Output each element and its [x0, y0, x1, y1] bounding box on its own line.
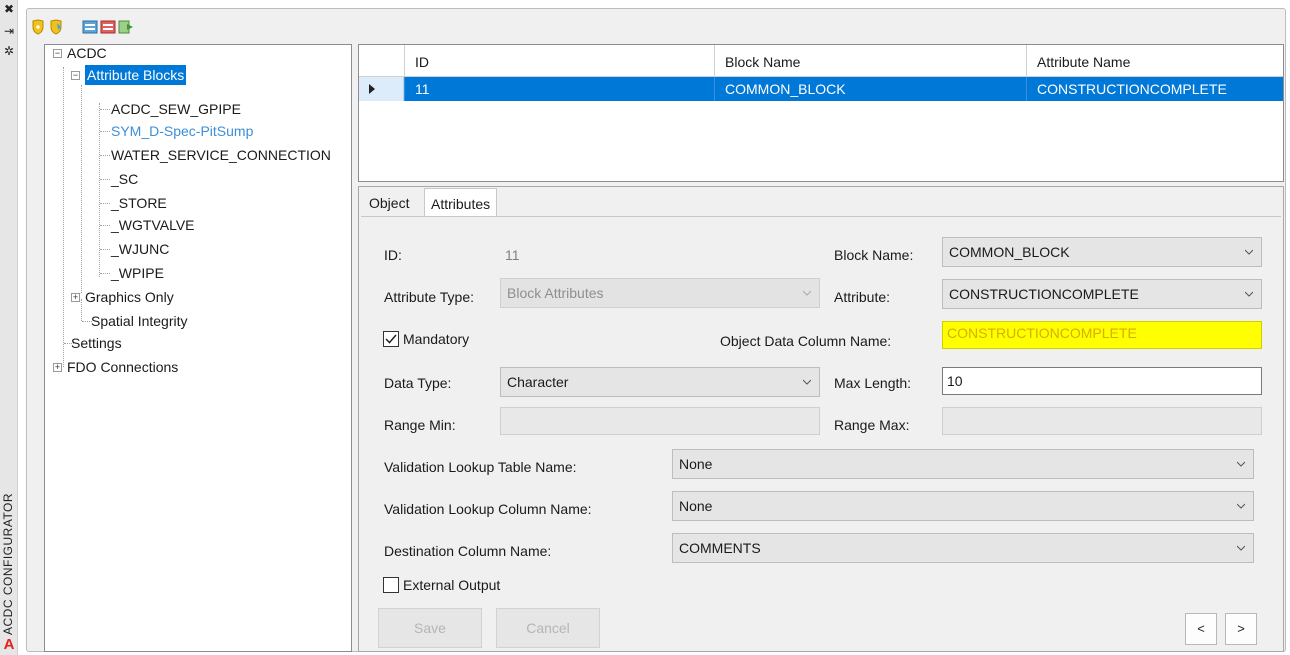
attribute-select[interactable]: CONSTRUCTIONCOMPLETE [942, 279, 1262, 309]
row-selector[interactable] [359, 77, 404, 101]
attribute-type-label: Attribute Type: [384, 289, 475, 305]
external-output-label: External Output [403, 577, 501, 593]
refresh-icon[interactable] [118, 19, 134, 35]
lookup-table-select[interactable]: None [672, 449, 1254, 479]
dest-column-label: Destination Column Name: [384, 543, 552, 559]
attribute-type-select-value: Block Attributes [507, 285, 604, 301]
tree-item-block[interactable]: _SC [111, 169, 138, 189]
shield-add-icon[interactable] [30, 19, 46, 35]
dest-column-select[interactable]: COMMENTS [672, 533, 1254, 563]
tree-item-block[interactable]: ACDC_SEW_GPIPE [111, 99, 241, 119]
lookup-table-label: Validation Lookup Table Name: [384, 459, 577, 475]
lookup-column-select-value: None [679, 498, 713, 514]
export-icon[interactable] [100, 19, 116, 35]
attribute-select-value: CONSTRUCTIONCOMPLETE [949, 286, 1139, 302]
block-name-select-value: COMMON_BLOCK [949, 244, 1070, 260]
autohide-icon[interactable]: ⇥ [2, 24, 16, 38]
collapse-icon[interactable]: − [53, 49, 62, 58]
data-type-label: Data Type: [384, 375, 452, 391]
tree-item-settings[interactable]: Settings [71, 333, 122, 353]
tree-item-spatial-integrity[interactable]: Spatial Integrity [91, 311, 188, 331]
id-value: 11 [505, 247, 520, 263]
attribute-type-select[interactable]: Block Attributes [500, 278, 820, 308]
collapse-icon[interactable]: − [71, 71, 80, 80]
mandatory-label: Mandatory [403, 331, 470, 347]
dest-column-select-value: COMMENTS [679, 540, 761, 556]
od-column-label: Object Data Column Name: [720, 333, 892, 349]
properties-icon[interactable]: ✲ [2, 44, 16, 58]
max-length-label: Max Length: [834, 375, 912, 391]
data-type-select-value: Character [507, 374, 569, 390]
tab-object[interactable]: Object [363, 188, 415, 218]
chevron-down-icon [1237, 545, 1245, 551]
chevron-down-icon [1237, 503, 1245, 509]
chevron-down-icon [803, 379, 811, 385]
external-output-checkbox[interactable] [383, 577, 399, 593]
range-min-field[interactable] [500, 407, 820, 435]
config-tree[interactable]: − ACDC − Attribute Blocks ACDC_SEW_GPIPE… [44, 44, 352, 652]
tree-item-block[interactable]: _WJUNC [111, 239, 169, 259]
import-icon[interactable] [82, 19, 98, 35]
tree-item-block[interactable]: _WPIPE [111, 263, 164, 283]
range-max-label: Range Max: [834, 417, 910, 433]
current-row-icon [369, 84, 375, 94]
block-name-select[interactable]: COMMON_BLOCK [942, 237, 1262, 267]
lookup-column-label: Validation Lookup Column Name: [384, 501, 592, 517]
tree-item-block[interactable]: WATER_SERVICE_CONNECTION [111, 145, 331, 165]
id-label: ID: [384, 247, 402, 263]
expand-icon[interactable]: + [71, 293, 80, 302]
grid-header: ID Block Name Attribute Name [359, 45, 1283, 77]
checkmark-icon [385, 334, 397, 344]
palette-title: ACDC CONFIGURATOR [1, 492, 15, 635]
tree-item-block[interactable]: _WGTVALVE [111, 215, 195, 235]
block-name-label: Block Name: [834, 247, 914, 263]
chevron-down-icon [1245, 249, 1253, 255]
tree-item-block[interactable]: _STORE [111, 193, 167, 213]
lookup-table-select-value: None [679, 456, 713, 472]
chevron-down-icon [803, 290, 811, 296]
tree-item-block[interactable]: SYM_D-Spec-PitSump [111, 121, 253, 141]
previous-button[interactable]: < [1185, 613, 1217, 645]
save-button[interactable]: Save [378, 608, 482, 648]
range-min-label: Range Min: [384, 417, 456, 433]
data-type-select[interactable]: Character [500, 367, 820, 397]
close-icon[interactable]: ✖ [2, 2, 16, 16]
next-button[interactable]: > [1225, 613, 1257, 645]
max-length-field[interactable]: 10 [942, 367, 1262, 395]
column-header-attribute-name[interactable]: Attribute Name [1026, 45, 1283, 77]
toolbar [30, 16, 134, 38]
expand-icon[interactable]: + [53, 363, 62, 372]
lookup-column-select[interactable]: None [672, 491, 1254, 521]
cancel-button[interactable]: Cancel [496, 608, 600, 648]
palette-strip: ✖ ⇥ ✲ ACDC CONFIGURATOR A [0, 0, 18, 655]
column-header-block-name[interactable]: Block Name [714, 45, 1026, 77]
chevron-down-icon [1237, 461, 1245, 467]
table-row[interactable]: 11 COMMON_BLOCK CONSTRUCTIONCOMPLETE [359, 77, 1283, 101]
cell-block-name[interactable]: COMMON_BLOCK [714, 77, 1026, 101]
mandatory-checkbox[interactable] [383, 331, 399, 347]
tab-attributes[interactable]: Attributes [424, 188, 498, 217]
autocad-logo-icon: A [3, 636, 15, 653]
range-max-field[interactable] [942, 407, 1262, 435]
attributes-grid[interactable]: ID Block Name Attribute Name 11 COMMON_B… [358, 44, 1284, 182]
column-header-id[interactable]: ID [404, 45, 714, 77]
cell-attribute-name[interactable]: CONSTRUCTIONCOMPLETE [1026, 77, 1283, 101]
od-column-field[interactable]: CONSTRUCTIONCOMPLETE [942, 321, 1262, 349]
cell-id[interactable]: 11 [404, 77, 714, 101]
chevron-down-icon [1245, 291, 1253, 297]
shield-edit-icon[interactable] [48, 19, 64, 35]
attribute-label: Attribute: [834, 289, 891, 305]
